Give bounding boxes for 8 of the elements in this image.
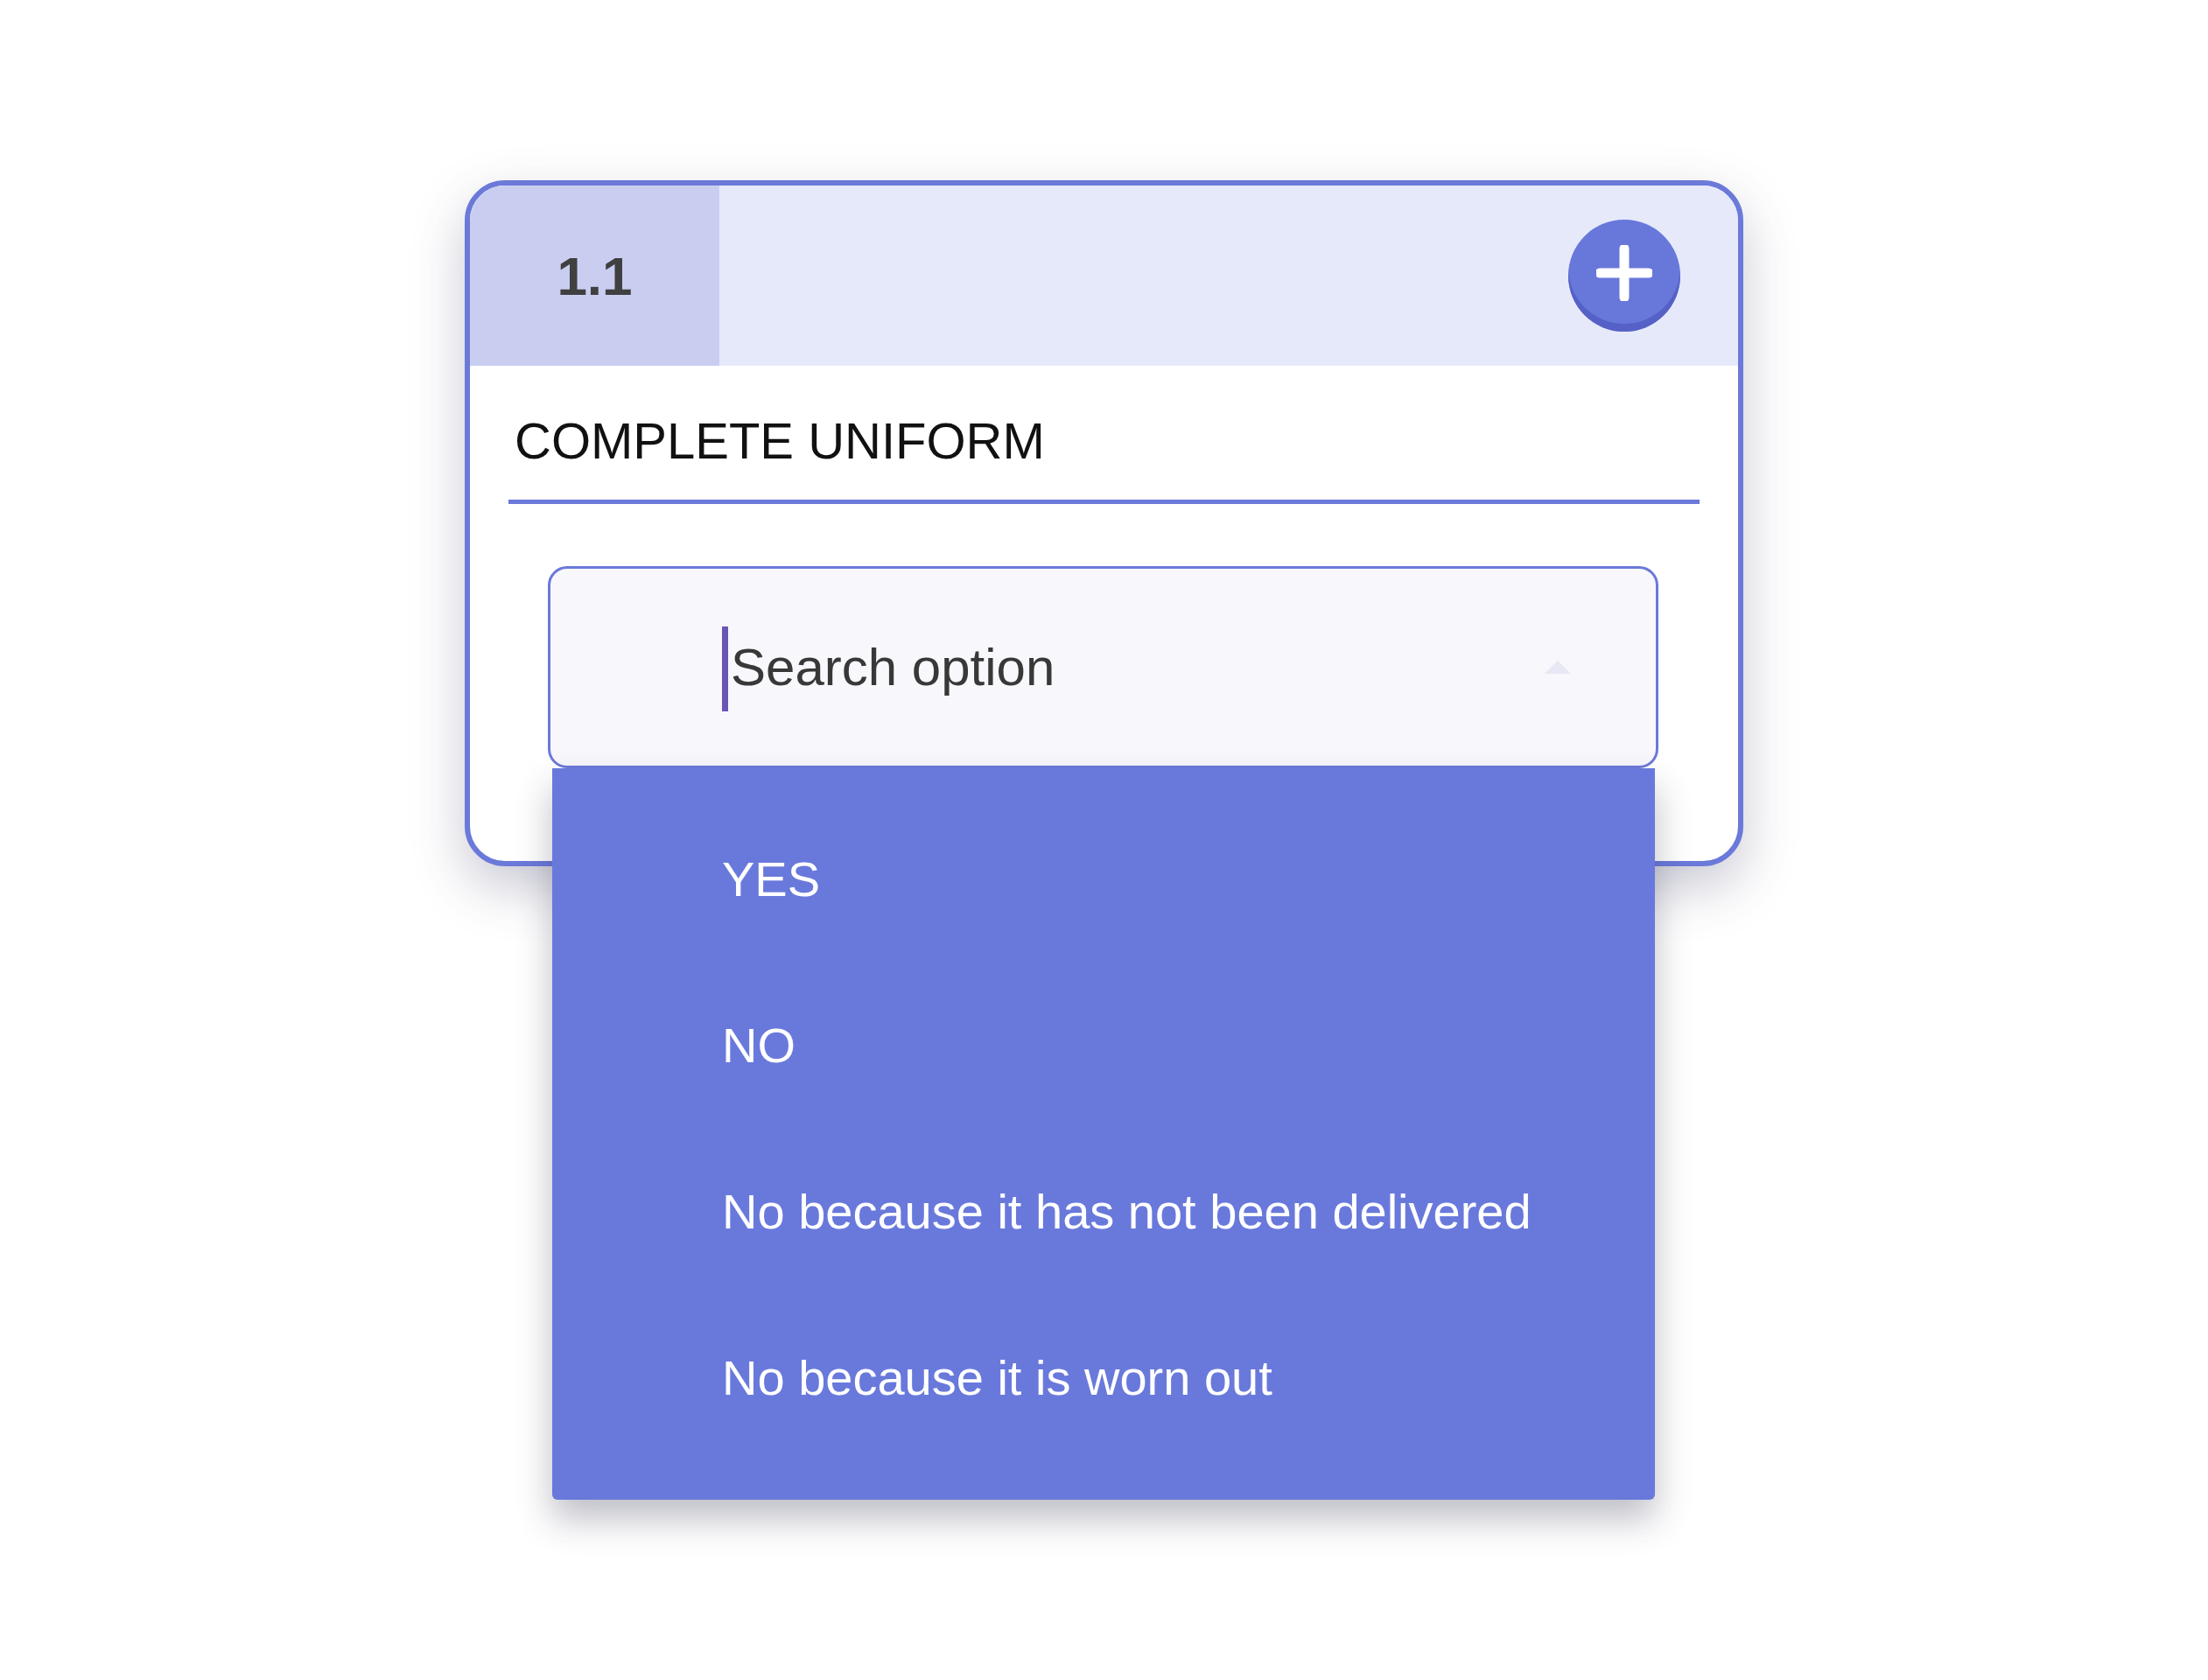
- dropdown-option[interactable]: No because it is worn out: [552, 1294, 1655, 1460]
- question-title: COMPLETE UNIFORM: [508, 410, 1700, 504]
- dropdown-option[interactable]: NO: [552, 962, 1655, 1128]
- dropdown-option[interactable]: YES: [552, 795, 1655, 962]
- question-number: 1.1: [470, 186, 719, 366]
- dropdown-option[interactable]: No because it has not been delivered: [552, 1128, 1655, 1294]
- plus-icon: [1596, 245, 1652, 301]
- search-field[interactable]: Search option: [548, 566, 1658, 768]
